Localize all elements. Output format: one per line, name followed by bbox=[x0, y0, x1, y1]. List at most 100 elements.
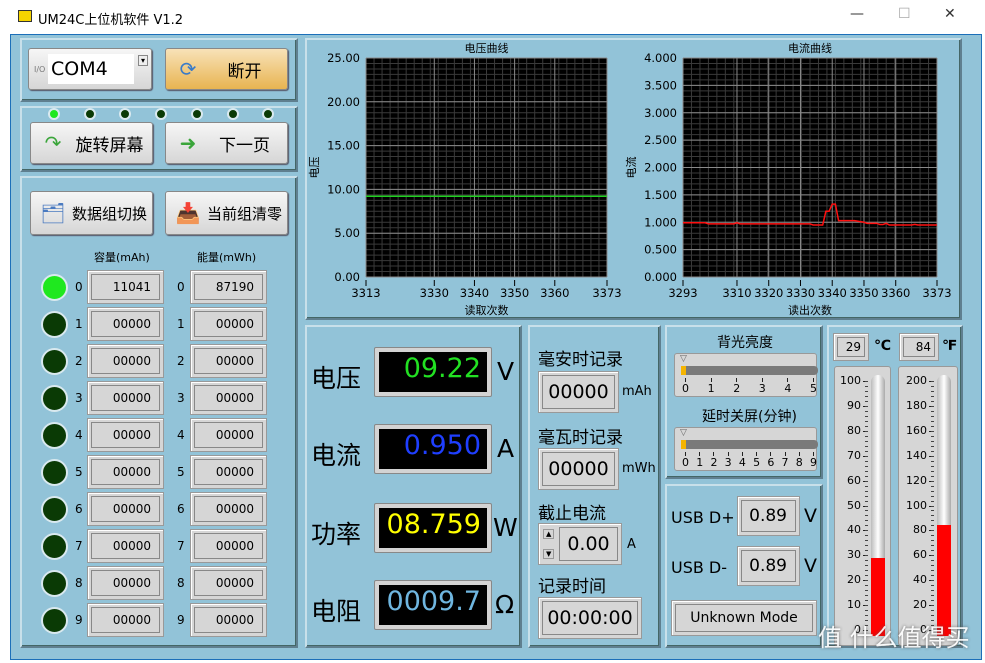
backlight-fill bbox=[681, 366, 686, 375]
thermometer-minor-tick bbox=[865, 450, 868, 452]
celsius-thermometer: 0 10 20 30 40 50 60 70 80 90 100 bbox=[834, 366, 891, 646]
maximize-button[interactable]: ☐ bbox=[898, 6, 911, 22]
thermometer-minor-tick bbox=[931, 390, 934, 392]
chart-title: 电流曲线 bbox=[788, 41, 832, 55]
power-unit: W bbox=[493, 513, 518, 542]
thermometer-minor-tick bbox=[865, 555, 868, 557]
thermometer-minor-tick bbox=[865, 495, 868, 497]
backlight-track[interactable] bbox=[681, 366, 818, 375]
x-tick-label: 3330 bbox=[786, 286, 815, 300]
increment-icon[interactable]: ▲ bbox=[543, 529, 555, 539]
screen-off-fill bbox=[681, 440, 686, 449]
com-port-select[interactable]: I/O COM4 ▾ bbox=[28, 48, 152, 90]
x-tick-label: 3330 bbox=[420, 286, 449, 300]
thermometer-minor-tick bbox=[865, 520, 868, 522]
mwh-unit: mWh bbox=[622, 461, 656, 476]
capacity-field: 00000 bbox=[87, 344, 164, 378]
thermometer-minor-tick bbox=[865, 415, 868, 417]
disconnect-button[interactable]: ⟳ 断开 bbox=[165, 48, 288, 90]
thermometer-tick-label: 160 bbox=[906, 423, 927, 437]
mwh-record-label: 毫瓦时记录 bbox=[538, 428, 623, 448]
group-led bbox=[41, 570, 68, 597]
title-bar: UM24C上位机软件 V1.2 — ☐ ✕ bbox=[10, 0, 982, 34]
fahrenheit-thermometer: 0 20 40 60 80 100 120 140 160 180 200 bbox=[898, 366, 958, 646]
thermometer-minor-tick bbox=[865, 395, 868, 397]
slider-tick-label: 0 bbox=[682, 456, 689, 469]
usb-dminus-label: USB D- bbox=[671, 558, 728, 577]
status-led bbox=[48, 108, 60, 120]
thermometer-minor-tick bbox=[931, 605, 934, 607]
slider-tick-label: 2 bbox=[710, 456, 718, 469]
energy-field: 00000 bbox=[190, 307, 267, 341]
thermometer-tick-label: 120 bbox=[906, 473, 927, 487]
cutoff-current-value[interactable]: 0.00 bbox=[559, 527, 618, 561]
connection-panel: I/O COM4 ▾ ⟳ 断开 bbox=[20, 38, 298, 102]
capacity-value: 00000 bbox=[91, 385, 160, 411]
rotate-screen-button[interactable]: ↷ 旋转屏幕 bbox=[30, 122, 153, 164]
thermometer-minor-tick bbox=[865, 465, 868, 467]
thermometer-minor-tick bbox=[865, 565, 868, 567]
group-led bbox=[41, 348, 68, 375]
switch-group-button[interactable]: 🗂 数据组切换 bbox=[30, 191, 153, 235]
x-tick-label: 3373 bbox=[922, 286, 951, 300]
energy-field: 00000 bbox=[190, 344, 267, 378]
fahrenheit-value: 84 bbox=[903, 337, 935, 357]
switch-group-label: 数据组切换 bbox=[71, 204, 147, 223]
energy-header: 能量(mWh) bbox=[197, 251, 257, 264]
x-axis-label: 读取次数 bbox=[465, 303, 509, 317]
thermometer-minor-tick bbox=[931, 560, 934, 562]
thermometer-minor-tick bbox=[931, 545, 934, 547]
slider-tick-label: 7 bbox=[781, 456, 789, 469]
resistance-display: 0009.7 bbox=[374, 580, 492, 630]
clear-group-button[interactable]: 📥 当前组清零 bbox=[165, 191, 288, 235]
thermometer-minor-tick bbox=[931, 460, 934, 462]
thermometer-minor-tick bbox=[931, 525, 934, 527]
next-page-button[interactable]: ➜ 下一页 bbox=[165, 122, 288, 164]
energy-field: 87190 bbox=[190, 270, 267, 304]
thermometer-minor-tick bbox=[931, 570, 934, 572]
close-button[interactable]: ✕ bbox=[944, 6, 956, 22]
minimize-button[interactable]: — bbox=[850, 6, 864, 22]
thermometer-minor-tick bbox=[931, 395, 934, 397]
usb-dplus-label: USB D+ bbox=[671, 508, 735, 527]
thermometer-minor-tick bbox=[865, 600, 868, 602]
capacity-value: 00000 bbox=[91, 348, 160, 374]
cutoff-current-field[interactable]: ▲ ▼ 0.00 bbox=[538, 523, 622, 565]
power-value: 08.759 bbox=[379, 508, 487, 548]
usb-dminus-value: 0.89 bbox=[741, 550, 796, 582]
thermometer-minor-tick bbox=[931, 420, 934, 422]
voltage-display: 09.22 bbox=[374, 347, 492, 397]
usb-dplus-field: 0.89 bbox=[737, 496, 800, 536]
group-index: 7 bbox=[177, 539, 185, 553]
group-led bbox=[41, 533, 68, 560]
backlight-thumb[interactable]: ▽ bbox=[680, 354, 687, 364]
thermometer-minor-tick bbox=[865, 615, 868, 617]
screen-off-track[interactable] bbox=[681, 440, 818, 449]
thermometer-minor-tick bbox=[865, 410, 868, 412]
thermometer-tick-label: 50 bbox=[847, 498, 861, 512]
slider-tick-label: 3 bbox=[758, 382, 766, 395]
decrement-icon[interactable]: ▼ bbox=[543, 549, 555, 559]
resistance-label: 电阻 bbox=[311, 597, 362, 626]
x-tick-label: 3373 bbox=[592, 286, 621, 300]
thermometer-minor-tick bbox=[865, 485, 868, 487]
mah-record-field: 00000 bbox=[538, 371, 619, 413]
screen-off-slider[interactable]: ▽ 0123456789 bbox=[674, 427, 818, 471]
group-index: 3 bbox=[177, 391, 185, 405]
status-led bbox=[83, 108, 96, 120]
thermometer-tick-label: 80 bbox=[913, 523, 927, 537]
group-index: 0 bbox=[177, 280, 185, 294]
thermometer-minor-tick bbox=[931, 475, 934, 477]
resistance-unit: Ω bbox=[495, 590, 515, 619]
next-page-label: 下一页 bbox=[219, 135, 270, 156]
window-title: UM24C上位机软件 V1.2 bbox=[38, 13, 184, 28]
backlight-slider[interactable]: ▽ 0 1 2 3 4 5 bbox=[674, 353, 818, 397]
y-tick-label: 0.00 bbox=[334, 270, 360, 284]
dropdown-arrow-icon[interactable]: ▾ bbox=[137, 55, 148, 66]
slider-tick-label: 4 bbox=[738, 456, 746, 469]
capacity-value: 00000 bbox=[91, 459, 160, 485]
screen-off-thumb[interactable]: ▽ bbox=[680, 428, 687, 438]
group-index: 8 bbox=[75, 576, 83, 590]
group-index: 4 bbox=[75, 428, 83, 442]
status-led bbox=[119, 108, 132, 120]
